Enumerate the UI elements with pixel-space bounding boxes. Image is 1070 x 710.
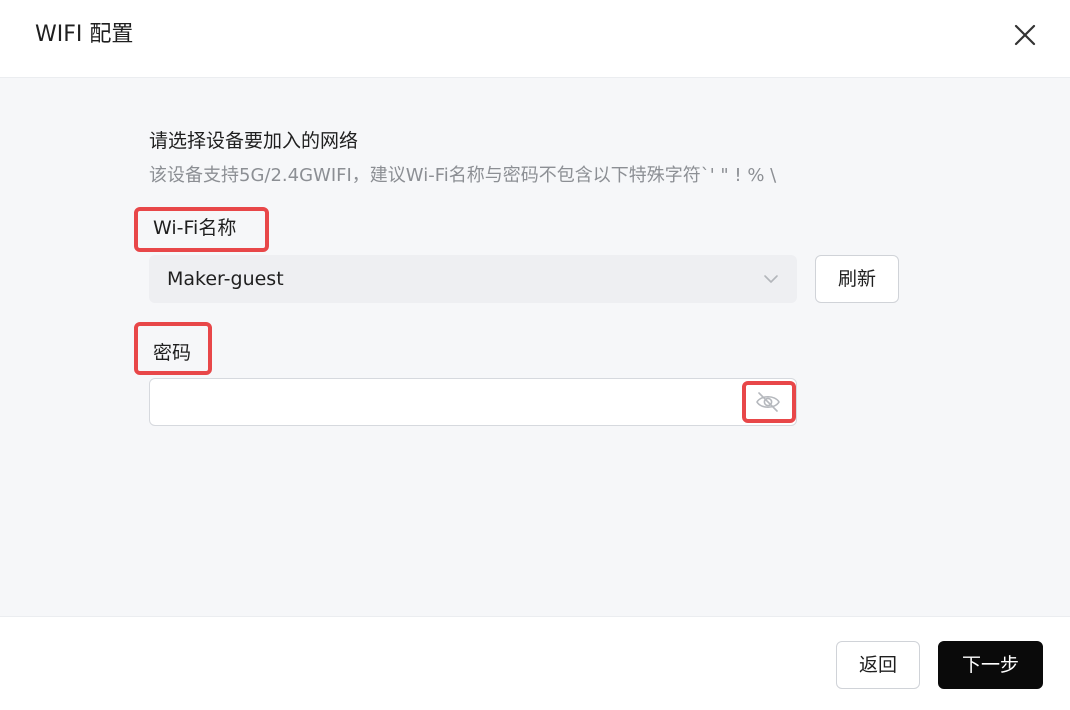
password-input[interactable] <box>162 387 736 419</box>
next-button[interactable]: 下一步 <box>938 641 1043 689</box>
password-field[interactable] <box>149 378 797 426</box>
close-icon <box>1014 24 1036 46</box>
form-heading: 请选择设备要加入的网络 <box>149 130 359 152</box>
refresh-button[interactable]: 刷新 <box>815 255 899 303</box>
close-button[interactable] <box>1011 21 1039 49</box>
wifi-config-dialog: WIFI 配置 请选择设备要加入的网络 该设备支持5G/2.4GWIFI，建议W… <box>0 0 1070 710</box>
password-toggle-highlight <box>742 381 796 423</box>
dialog-header: WIFI 配置 <box>0 0 1070 78</box>
dialog-title: WIFI 配置 <box>35 22 134 47</box>
ssid-select-value: Maker-guest <box>167 268 284 290</box>
chevron-down-icon <box>764 275 778 283</box>
ssid-select[interactable]: Maker-guest <box>149 255 797 303</box>
back-button[interactable]: 返回 <box>836 641 920 689</box>
ssid-label: Wi-Fi名称 <box>153 217 237 239</box>
form-hint: 该设备支持5G/2.4GWIFI，建议Wi-Fi名称与密码不包含以下特殊字符`'… <box>149 165 777 186</box>
password-label: 密码 <box>153 342 192 364</box>
